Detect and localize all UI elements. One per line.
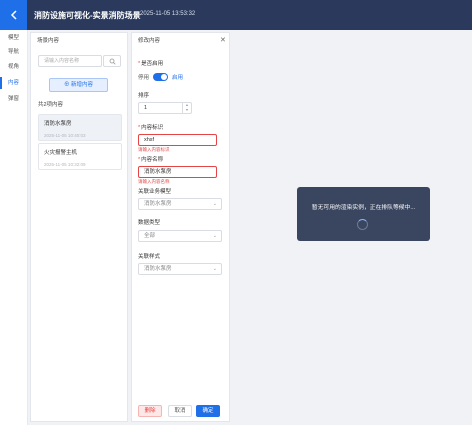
edit-panel-title: 修改内容	[138, 38, 161, 44]
nav-item-popup[interactable]: 弹窗	[0, 93, 28, 105]
model-select[interactable]: 消防水泵房 ⌄	[138, 198, 222, 210]
app-title: 消防设施可视化-实景消防场景	[34, 11, 141, 20]
toggle-off-text: 停用	[138, 75, 150, 81]
id-label: *内容标识	[138, 125, 164, 131]
content-name-field[interactable]: 消防水泵房	[138, 166, 217, 178]
nav-item-content[interactable]: 内容	[0, 77, 28, 89]
list-item-time: 2025-11-05 10:32:09	[44, 162, 86, 167]
content-count: 共2项内容	[38, 102, 64, 108]
edit-content-panel: 修改内容 ✕ *是否启用 停用 启用 排序 1 ▲ ▼ *内容标识 xhsf 请输…	[131, 32, 230, 422]
add-content-button[interactable]: ⊕ 新增内容	[49, 78, 108, 92]
type-select[interactable]: 全部 ⌄	[138, 230, 222, 242]
nav-item-navigation[interactable]: 导航	[0, 46, 28, 58]
enabled-label: *是否启用	[138, 61, 164, 67]
content-id-error: 请输入内容标识	[138, 147, 170, 152]
list-item-name: 火灾报警主机	[44, 150, 78, 156]
confirm-button[interactable]: 确定	[196, 405, 220, 417]
stepper-arrows[interactable]: ▲ ▼	[182, 103, 191, 113]
search-input[interactable]: 请输入内容名称	[38, 55, 102, 67]
list-item[interactable]: 消防水泵房 2025-11-05 10:40:03	[38, 114, 122, 141]
nav-item-model[interactable]: 模型	[0, 32, 28, 44]
enabled-toggle[interactable]	[153, 73, 169, 81]
enabled-toggle-row: 停用 启用	[138, 73, 183, 81]
name-label: *内容名称	[138, 157, 164, 163]
style-select[interactable]: 消防水泵房 ⌄	[138, 263, 222, 275]
loading-spinner-icon	[357, 219, 368, 230]
render-queue-toast: 暂无可用的渲染实例，正在排队等候中...	[297, 187, 430, 241]
search-icon	[109, 58, 116, 65]
list-item-time: 2025-11-05 10:40:03	[44, 133, 86, 138]
scene-content-panel: 场景内容 请输入内容名称 ⊕ 新增内容 共2项内容 消防水泵房 2025-11-…	[30, 32, 128, 422]
chevron-down-icon: ⌄	[212, 201, 217, 207]
left-nav: 模型 导航 视角 内容 弹窗	[0, 30, 28, 425]
type-label: 数据类型	[138, 220, 161, 226]
header-datetime: 2025-11-05 13:53:32	[140, 11, 196, 17]
list-item-name: 消防水泵房	[44, 121, 72, 127]
search-button[interactable]	[103, 55, 121, 67]
model-label: 关联业务模型	[138, 189, 172, 195]
cancel-button[interactable]: 取消	[168, 405, 192, 417]
toast-message: 暂无可用的渲染实例，正在排队等候中...	[311, 205, 416, 211]
top-bar: 消防设施可视化-实景消防场景 2025-11-05 13:53:32	[0, 0, 472, 30]
back-button[interactable]	[0, 0, 27, 30]
close-icon[interactable]: ✕	[220, 36, 226, 44]
chevron-down-icon: ⌄	[212, 233, 217, 239]
content-name-error: 请输入内容名称	[138, 179, 170, 184]
style-label: 关联样式	[138, 254, 161, 260]
delete-button[interactable]: 删除	[138, 405, 162, 417]
sort-stepper[interactable]: 1 ▲ ▼	[138, 102, 192, 114]
nav-item-view[interactable]: 视角	[0, 61, 28, 73]
content-id-field[interactable]: xhsf	[138, 134, 217, 146]
list-item[interactable]: 火灾报警主机 2025-11-05 10:32:09	[38, 143, 122, 170]
panel-title: 场景内容	[37, 38, 60, 44]
toggle-on-text: 启用	[172, 75, 184, 81]
sort-label: 排序	[138, 93, 150, 99]
chevron-left-icon	[10, 10, 17, 20]
chevron-down-icon: ⌄	[212, 266, 217, 272]
